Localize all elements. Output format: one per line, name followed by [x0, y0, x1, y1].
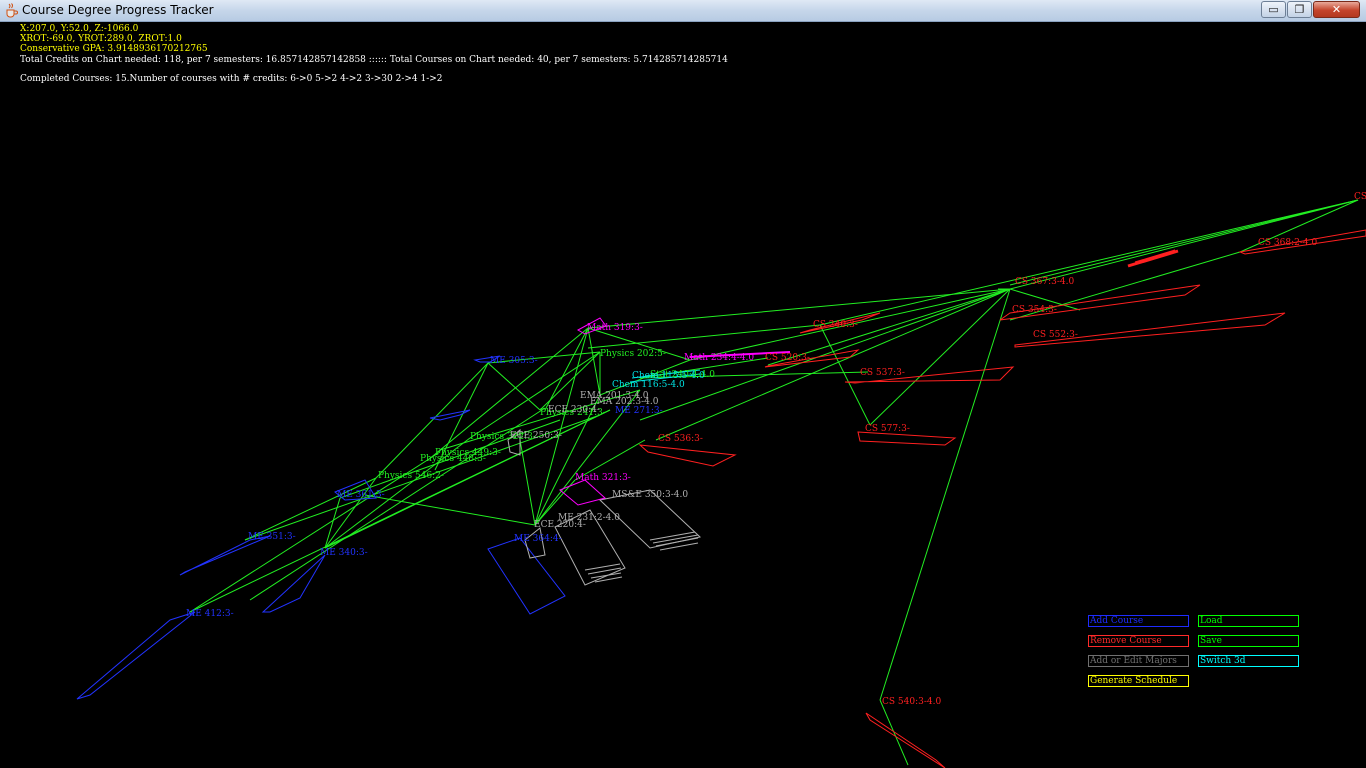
course-labels: CS CS 368:2-4.0 CS 367:3-4.0 CS 354:3- C…	[186, 192, 1366, 707]
minimize-button[interactable]: ▭	[1261, 1, 1286, 18]
close-button[interactable]: ✕	[1313, 1, 1360, 18]
window-title: Course Degree Progress Tracker	[22, 3, 214, 17]
add-course-button[interactable]: Add Course	[1088, 615, 1189, 627]
course-node: ECE 250:3-	[510, 431, 562, 441]
generate-schedule-button[interactable]: Generate Schedule	[1088, 675, 1189, 687]
course-node: ME 305:3-	[490, 356, 538, 366]
course-node: CS 540:3-4.0	[882, 697, 941, 707]
course-node: Physics 449:3-	[435, 448, 501, 458]
course-node: ME 364:4-	[514, 534, 562, 544]
maximize-button[interactable]: ❐	[1287, 1, 1312, 18]
camera-rotation-readout: XROT:-69.0, YROT:289.0, ZROT:1.0	[20, 34, 182, 45]
camera-position-readout: X:207.0, Y:52.0, Z:-1066.0	[20, 24, 139, 34]
course-node: ME 412:3-	[186, 609, 234, 619]
completed-summary: Completed Courses: 15.Number of courses …	[20, 73, 443, 84]
course-node: CS 552:3-	[1033, 330, 1078, 340]
hud-overlay: X:207.0, Y:52.0, Z:-1066.0 XROT:-69.0, Y…	[20, 24, 728, 84]
title-bar[interactable]: Course Degree Progress Tracker ▭ ❐ ✕	[0, 0, 1366, 22]
edit-majors-button[interactable]: Add or Edit Majors	[1088, 655, 1189, 667]
switch-3d-button[interactable]: Switch 3d	[1198, 655, 1299, 667]
app-window: Course Degree Progress Tracker ▭ ❐ ✕ CS …	[0, 0, 1366, 768]
course-node: Math 319:3-	[587, 323, 643, 333]
course-node: EMA 202:3-4.0	[590, 397, 659, 407]
course-node: CS 536:3-	[658, 434, 703, 444]
course-node: Physics 202:5-	[600, 349, 666, 359]
course-node: ME 351:3-	[248, 532, 296, 542]
course-node: ME 271:3-	[615, 406, 663, 416]
course-node: MS&E 350:3-4.0	[612, 490, 688, 500]
course-node: Physics 546:2-	[378, 471, 444, 481]
course-node: ME 361:3-	[337, 490, 385, 500]
load-button[interactable]: Load	[1198, 615, 1299, 627]
credits-summary: Total Credits on Chart needed: 118, per …	[20, 54, 728, 65]
course-node: CS	[1354, 192, 1366, 202]
course-node: ME 340:3-	[320, 548, 368, 558]
completed-course-plates	[507, 428, 702, 586]
course-node: CS 520:3-	[765, 353, 810, 363]
course-node: Chem 115:5-4.0	[632, 371, 705, 381]
course-node: CS 537:3-	[860, 368, 905, 378]
remove-course-button[interactable]: Remove Course	[1088, 635, 1189, 647]
course-node: Math 234:4-4.0	[684, 353, 754, 363]
java-cup-icon	[6, 3, 18, 18]
save-button[interactable]: Save	[1198, 635, 1299, 647]
course-node: Chem 116:5-4.0	[612, 380, 685, 390]
course-node: CS 367:3-4.0	[1015, 277, 1074, 287]
course-node: CS 368:2-4.0	[1258, 238, 1317, 248]
gpa-readout: Conservative GPA: 3.9148936170212765	[20, 44, 208, 55]
course-node: CS 577:3-	[865, 424, 910, 434]
course-node: CS 240:3-	[813, 320, 858, 330]
course-node: CS 354:3-	[1012, 305, 1057, 315]
course-node: Math 321:3-	[575, 473, 631, 483]
course-node: ECE 220:4-	[534, 520, 586, 530]
